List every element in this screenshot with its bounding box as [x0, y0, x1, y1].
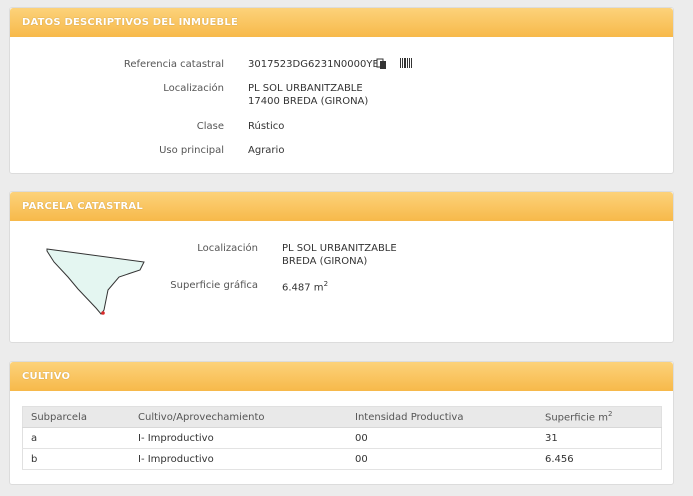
- superficie-cell: 6.456: [537, 448, 662, 470]
- parcela-localizacion-line1: PL SOL URBANITZABLE: [282, 243, 397, 254]
- uso-principal-value: Agrario: [248, 145, 285, 156]
- subparcela-cell: a: [22, 427, 130, 449]
- datos-descriptivos-header: DATOS DESCRIPTIVOS DEL INMUEBLE: [10, 8, 673, 37]
- datos-descriptivos-panel: DATOS DESCRIPTIVOS DEL INMUEBLE Referenc…: [9, 7, 674, 174]
- cultivo-cell: I- Improductivo: [130, 427, 347, 449]
- barcode-icon[interactable]: [400, 58, 412, 70]
- col-superficie: Superficie m2: [537, 406, 662, 428]
- superficie-grafica-number: 6.487 m: [282, 282, 324, 294]
- table-row: b I- Improductivo 00 6.456: [22, 448, 662, 470]
- clase-value: Rústico: [248, 121, 285, 132]
- clase-label: Clase: [196, 121, 224, 132]
- superficie-grafica-label: Superficie gráfica: [170, 280, 258, 291]
- parcela-catastral-header: PARCELA CATASTRAL: [10, 192, 673, 221]
- table-row: a I- Improductivo 00 31: [22, 427, 662, 449]
- cultivo-table-header-row: Subparcela Cultivo/Aprovechamiento Inten…: [22, 406, 662, 428]
- intensidad-cell: 00: [347, 448, 537, 470]
- referencia-catastral-value: 3017523DG6231N0000YE: [248, 59, 379, 70]
- localizacion-line1: PL SOL URBANITZABLE: [248, 83, 363, 94]
- superficie-grafica-value: 6.487 m2: [282, 280, 328, 293]
- intensidad-cell: 00: [347, 427, 537, 449]
- localizacion-label: Localización: [163, 83, 224, 94]
- cultivo-cell: I- Improductivo: [130, 448, 347, 470]
- referencia-catastral-label: Referencia catastral: [123, 59, 224, 70]
- parcela-catastral-panel: PARCELA CATASTRAL Localización PL SOL UR…: [9, 191, 674, 343]
- copy-icon[interactable]: [376, 58, 388, 70]
- col-subparcela: Subparcela: [22, 406, 130, 428]
- uso-principal-label: Uso principal: [159, 145, 224, 156]
- superficie-cell: 31: [537, 427, 662, 449]
- localizacion-line2: 17400 BREDA (GIRONA): [248, 96, 369, 107]
- col-cultivo: Cultivo/Aprovechamiento: [130, 406, 347, 428]
- col-intensidad: Intensidad Productiva: [347, 406, 537, 428]
- cultivo-panel: CULTIVO Subparcela Cultivo/Aprovechamien…: [9, 361, 674, 485]
- col-superficie-unit-exp: 2: [607, 410, 613, 419]
- cultivo-table: Subparcela Cultivo/Aprovechamiento Inten…: [22, 406, 662, 470]
- subparcela-cell: b: [22, 448, 130, 470]
- cultivo-header: CULTIVO: [10, 362, 673, 391]
- parcela-localizacion-label: Localización: [197, 243, 258, 254]
- parcela-localizacion-line2: BREDA (GIRONA): [282, 256, 368, 267]
- superficie-grafica-unit-exp: 2: [323, 280, 329, 288]
- col-superficie-text: Superficie m: [545, 412, 608, 424]
